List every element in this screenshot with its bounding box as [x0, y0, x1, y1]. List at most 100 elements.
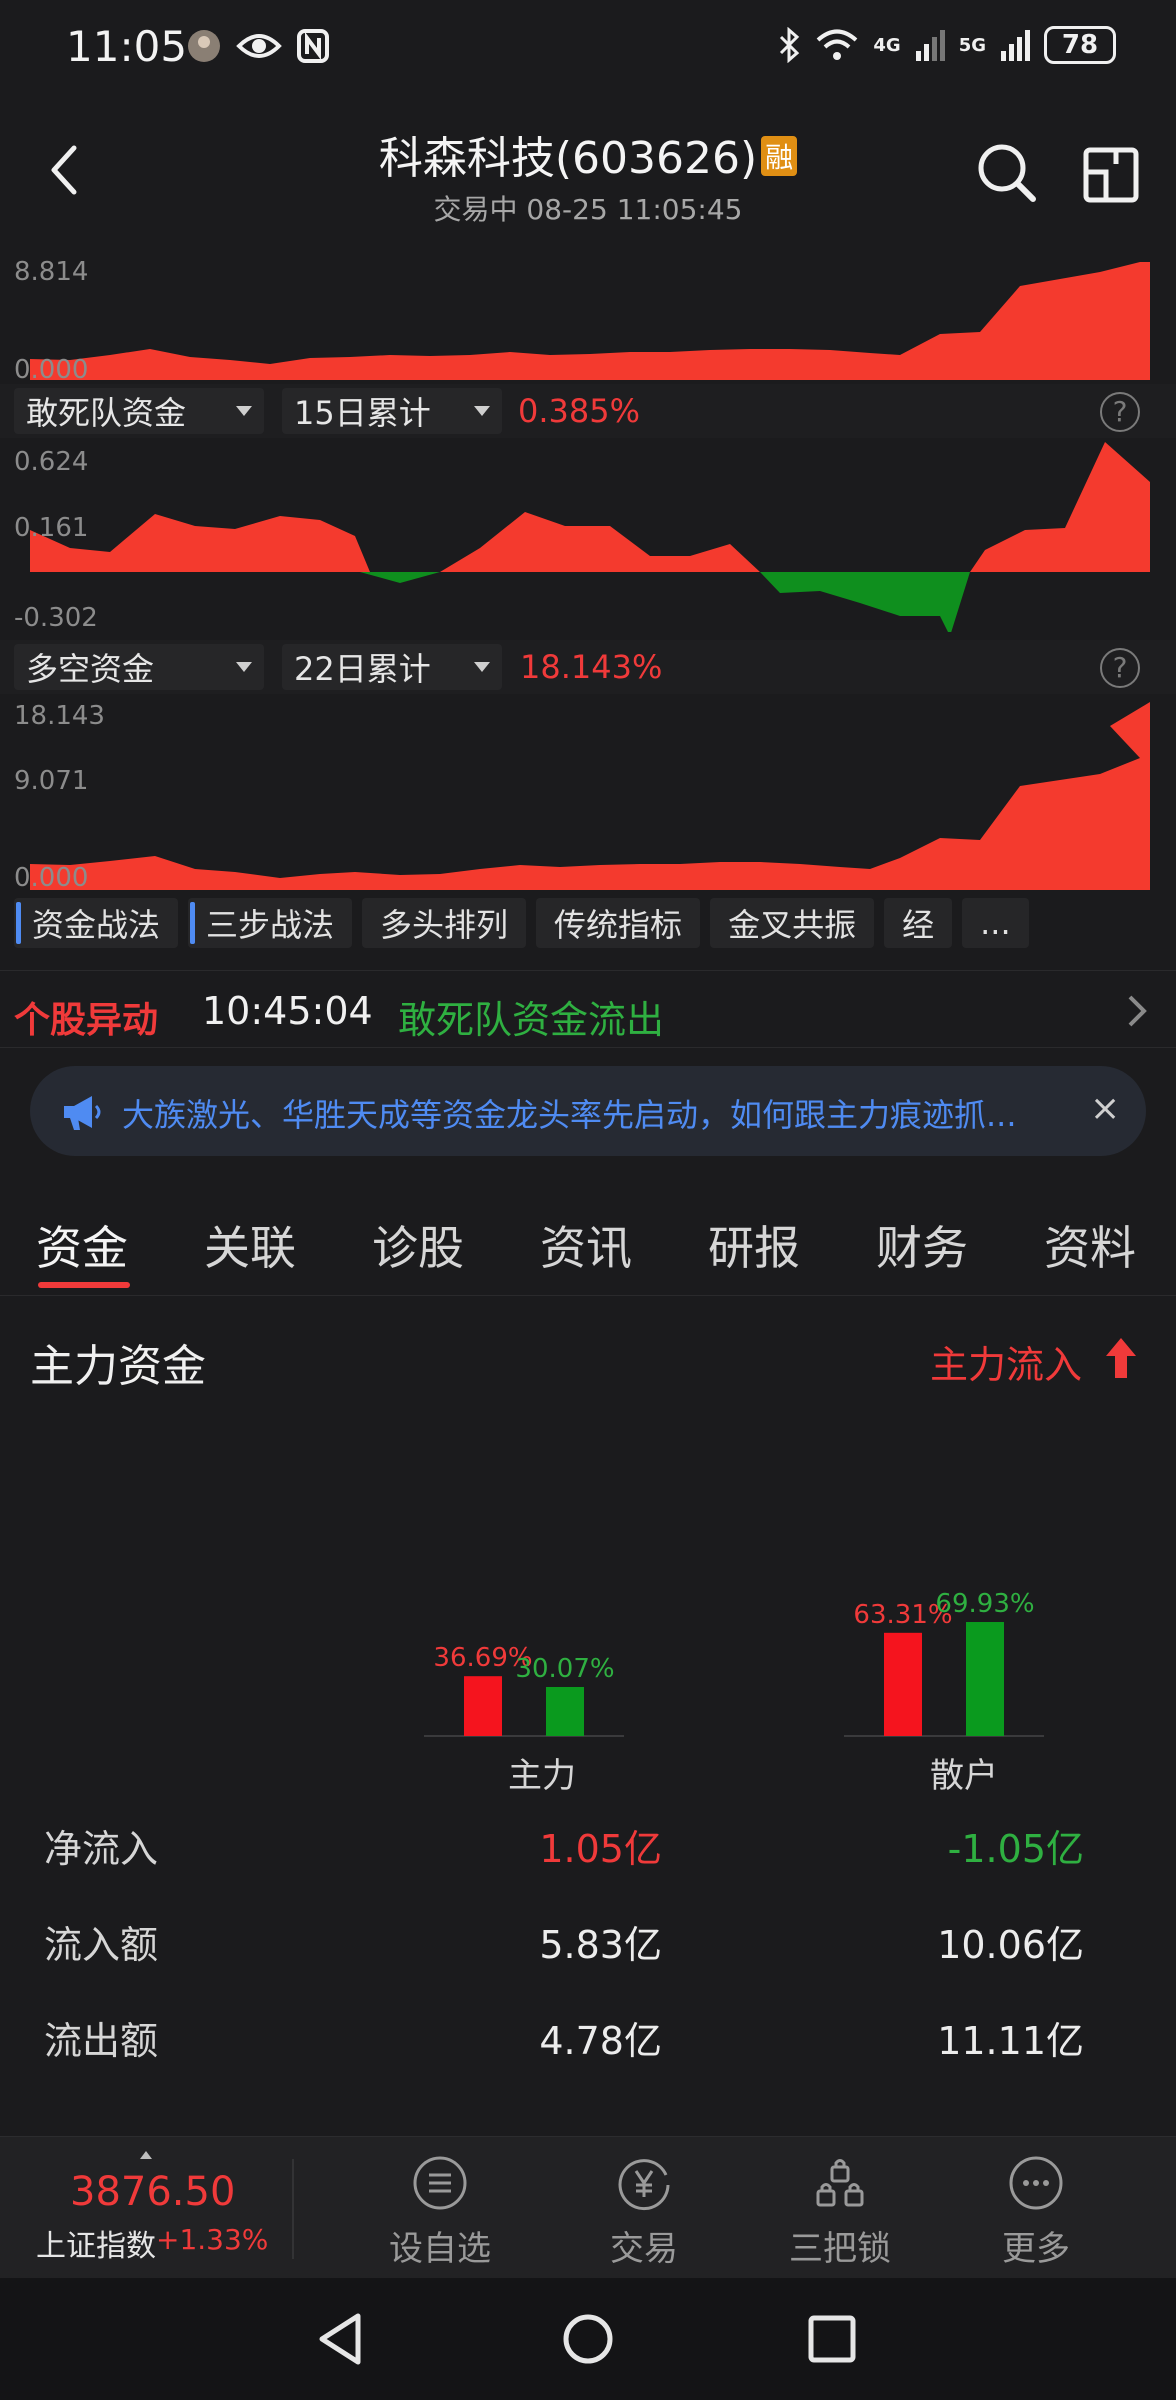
dare-fund-positive-area [30, 442, 1150, 572]
banner-text: 大族激光、华胜天成等资金龙头率先启动，如何跟主力痕迹抓... [122, 1096, 1017, 1134]
help-icon[interactable]: ? [1100, 648, 1140, 688]
recents-square-icon[interactable] [804, 2310, 860, 2368]
indicator-dropdown[interactable]: 多空资金 [14, 644, 264, 690]
search-icon[interactable] [974, 140, 1038, 204]
chart2-ymax-label: 0.624 [14, 447, 88, 477]
indicator-value: 0.385% [518, 392, 641, 430]
promo-banner[interactable]: 大族激光、华胜天成等资金龙头率先启动，如何跟主力痕迹抓... × [30, 1066, 1146, 1156]
yen-circle-icon [618, 2159, 670, 2211]
tab-research[interactable]: 研报 [708, 1212, 800, 1278]
index-change: +1.33% [156, 2223, 269, 2256]
inflow-bar [884, 1632, 922, 1736]
retail-outflow: 11.11亿 [937, 2019, 1084, 2063]
period-dropdown[interactable]: 22日累计 [282, 644, 502, 690]
nfc-icon [297, 29, 329, 63]
row-label: 流出额 [44, 2019, 159, 2063]
tab-profile[interactable]: 资料 [1044, 1212, 1136, 1278]
bluetooth-icon [780, 27, 800, 63]
three-locks-label: 三把锁 [789, 2229, 891, 2269]
anomaly-text: 敢死队资金流出 [398, 998, 665, 1042]
close-icon[interactable]: × [1090, 1088, 1120, 1129]
strategy-tab-strip: 资金战法 三步战法 多头排列 传统指标 金叉共振 经 ... [0, 898, 1176, 956]
tab-related[interactable]: 关联 [204, 1212, 296, 1278]
main-outflow: 4.78亿 [539, 2019, 662, 2063]
back-triangle-icon[interactable] [312, 2310, 368, 2368]
indicator-control-row: 多空资金 22日累计 18.143% ? [0, 640, 1176, 694]
index-name[interactable]: 上证指数 [36, 2221, 156, 2265]
chart3-ymid-label: 9.071 [14, 766, 88, 796]
period-label: 22日累计 [294, 650, 431, 688]
divider [292, 2159, 294, 2259]
tab-finance[interactable]: 财务 [876, 1212, 968, 1278]
three-locks-button[interactable]: 三把锁 [770, 2155, 910, 2270]
price-flow-chart: 8.814 0.000 [14, 257, 1150, 382]
strategy-tab-golden-cross[interactable]: 金叉共振 [710, 898, 875, 948]
trade-button[interactable]: 交易 [574, 2155, 714, 2270]
strategy-tab-more-truncated[interactable]: 经 [884, 898, 953, 948]
chevron-right-icon [1128, 995, 1147, 1027]
strategy-tab-bullish[interactable]: 多头排列 [362, 898, 527, 948]
main-inflow: 5.83亿 [539, 1923, 662, 1967]
bar-value-label: 69.93% [935, 1589, 1034, 1619]
chart2-ymin-label: -0.302 [14, 603, 98, 632]
home-circle-icon[interactable] [560, 2310, 616, 2368]
group-label-main: 主力 [508, 1756, 576, 1796]
system-navigation-bar [0, 2278, 1176, 2400]
dare-fund-negative-area [760, 572, 970, 632]
tab-funds[interactable]: 资金 [36, 1212, 128, 1278]
network-5g-label: 5G [958, 34, 986, 56]
eye-icon [236, 34, 282, 58]
dare-fund-chart: 0.624 0.161 -0.302 [14, 442, 1150, 632]
anomaly-time: 10:45:04 [202, 989, 373, 1033]
strategy-more-button[interactable]: ... [962, 898, 1029, 948]
stock-anomaly-row[interactable]: 个股异动 10:45:04 敢死队资金流出 [0, 970, 1176, 1048]
chart1-ymin-label: 0.000 [14, 355, 88, 382]
wifi-icon [817, 29, 858, 60]
menu-icon[interactable] [1082, 144, 1140, 204]
index-value[interactable]: 3876.50 [70, 2169, 235, 2215]
margin-badge: 融 [761, 136, 798, 176]
row-label: 净流入 [44, 1827, 159, 1871]
caret-up-icon[interactable] [140, 2151, 152, 2159]
outflow-bar [966, 1622, 1004, 1736]
arrow-up-icon [1106, 1338, 1136, 1378]
long-short-fund-chart: 18.143 9.071 0.000 [14, 701, 1150, 890]
inflow-bar [464, 1676, 502, 1736]
dare-fund-negative-area [360, 572, 440, 583]
status-bar: 11:05 4G 5G 78 [0, 0, 1176, 100]
indicator-name: 敢死队资金 [26, 394, 187, 432]
chart3-ymax-label: 18.143 [14, 701, 105, 731]
main-flow-status: 主力流入 [930, 1343, 1083, 1387]
section-title: 主力资金 [30, 1341, 206, 1392]
outflow-bar [546, 1686, 584, 1736]
table-row: 净流入 1.05亿 -1.05亿 [0, 1818, 1176, 1878]
signal-icon [1001, 30, 1030, 61]
help-icon[interactable]: ? [1100, 392, 1140, 432]
trade-label: 交易 [610, 2229, 678, 2269]
active-tab-indicator [38, 1282, 130, 1288]
period-dropdown[interactable]: 15日累计 [282, 388, 502, 434]
bar-value-label: 30.07% [515, 1654, 614, 1684]
more-button[interactable]: 更多 [966, 2155, 1106, 2270]
long-short-area [30, 702, 1150, 890]
status-right-icons: 4G 5G 78 [777, 26, 1116, 64]
period-label: 15日累计 [294, 394, 431, 432]
indicator-value: 18.143% [520, 648, 663, 686]
tab-news[interactable]: 资讯 [540, 1212, 632, 1278]
watchlist-button[interactable]: 设自选 [370, 2155, 510, 2270]
anomaly-title: 个股异动 [14, 1000, 159, 1041]
tab-diagnosis[interactable]: 诊股 [372, 1212, 464, 1278]
strategy-tab-traditional[interactable]: 传统指标 [536, 898, 701, 948]
strategy-tab-fund[interactable]: 资金战法 [14, 898, 179, 948]
chart2-ymid-label: 0.161 [14, 513, 88, 543]
group-label-retail: 散户 [930, 1756, 998, 1796]
strategy-tab-three-step[interactable]: 三步战法 [188, 898, 353, 948]
chart1-area [30, 262, 1150, 380]
more-label: 更多 [1002, 2229, 1070, 2269]
chart1-ymax-label: 8.814 [14, 257, 88, 287]
status-time: 11:05 [66, 22, 188, 71]
fund-distribution-chart: 36.69%30.07%63.31%69.93% [424, 1589, 1044, 1737]
network-4g-label: 4G [873, 34, 901, 56]
indicator-dropdown[interactable]: 敢死队资金 [14, 388, 264, 434]
status-left-icons [186, 28, 330, 64]
